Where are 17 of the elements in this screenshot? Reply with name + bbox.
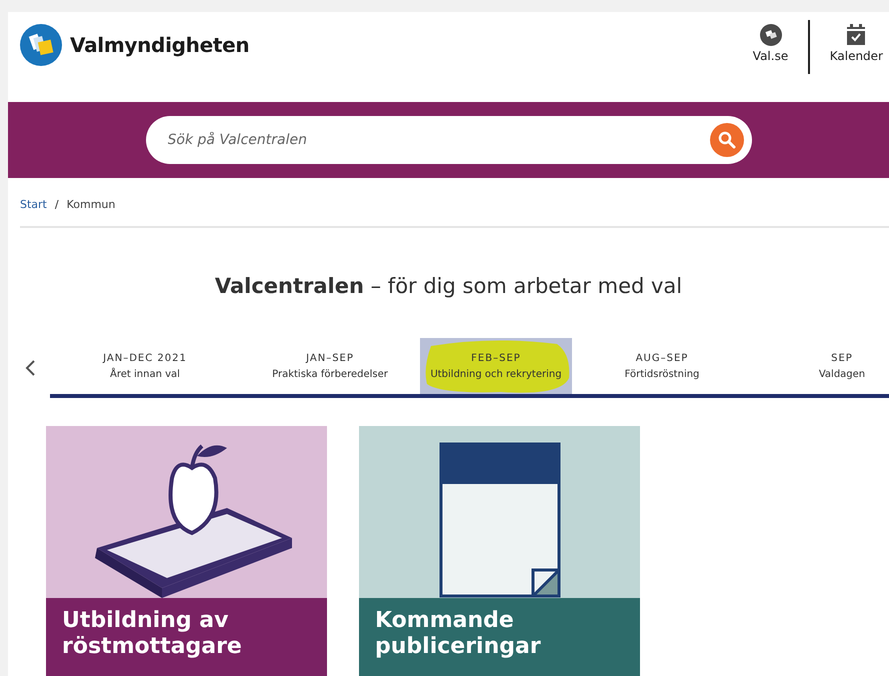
- search-icon: [718, 131, 736, 149]
- search-button[interactable]: [710, 123, 744, 157]
- search-field[interactable]: Sök på Valcentralen: [166, 131, 710, 149]
- search-bar[interactable]: Sök på Valcentralen: [146, 116, 752, 164]
- breadcrumb-link[interactable]: Start: [20, 198, 47, 218]
- timeline-tab[interactable]: FEB–SEP Utbildning och rekrytering: [420, 338, 572, 394]
- logo-text[interactable]: Valmyndigheten: [70, 33, 250, 57]
- card-title[interactable]: Utbildning av röstmottagare: [46, 598, 327, 676]
- chevron-left-icon[interactable]: [24, 359, 36, 377]
- header-link[interactable]: Val.se: [752, 24, 808, 74]
- page-heading: Valcentralen – för dig som arbetar med val: [214, 274, 684, 298]
- header-link[interactable]: Kalender: [810, 24, 889, 74]
- card-title[interactable]: Kommande publiceringar: [359, 598, 640, 676]
- breadcrumb-separator: /: [54, 198, 59, 213]
- calendar-icon: [846, 24, 866, 46]
- logo-icon[interactable]: [20, 24, 62, 66]
- breadcrumb-current: Kommun: [66, 198, 116, 213]
